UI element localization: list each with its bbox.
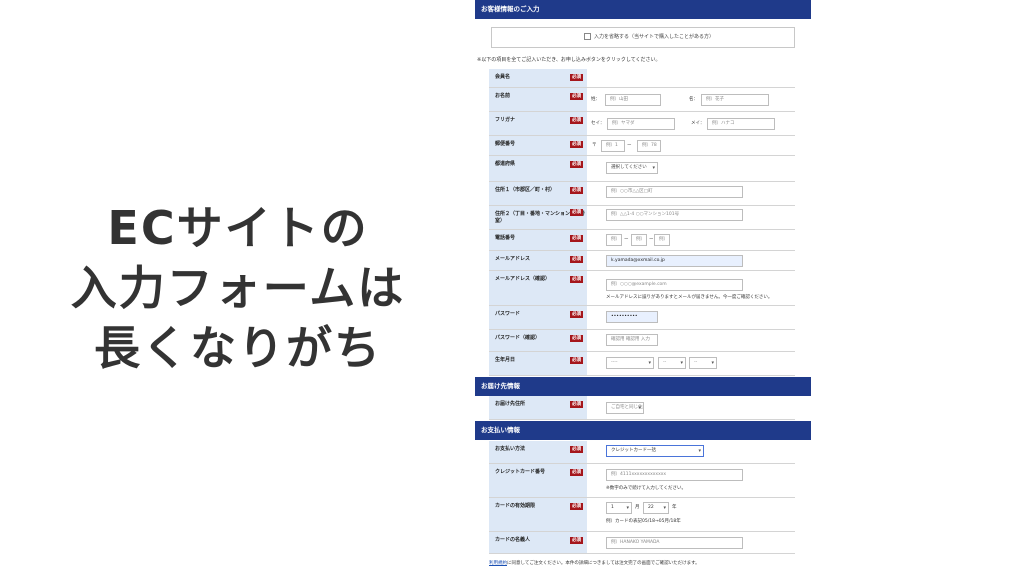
required-badge: 必須 — [570, 187, 583, 194]
required-badge: 必須 — [570, 357, 583, 364]
terms-text: に同意してご注文ください。本件の詳細につきましては注文完了の画面でご確認いただけ… — [507, 561, 700, 566]
phone-1-input[interactable]: 例） — [606, 234, 622, 246]
headline-line-3: 長くなりがち — [94, 321, 382, 375]
reuse-checkbox[interactable] — [584, 33, 591, 40]
required-badge: 必須 — [570, 209, 583, 216]
row-name: お名前 必須 姓： 例）山田 名： 例）花子 — [489, 88, 795, 112]
sei-kana-label: セイ： — [591, 121, 605, 126]
row-delivery-address: お届け先住所 必須 ご自宅と同じ住所 — [489, 396, 795, 420]
sei-label: 姓： — [591, 97, 600, 102]
row-card-expiry: カードの有効期限 必須 1 月 22 年 例）カードの表記05/18→05月/1… — [489, 498, 795, 532]
required-badge: 必須 — [570, 446, 583, 453]
email-input[interactable]: k.yamada@xxmail.co.jp — [606, 255, 743, 267]
row-email: メールアドレス 必須 k.yamada@xxmail.co.jp — [489, 251, 795, 271]
row-prefecture: 都道府県 必須 選択してください — [489, 156, 795, 182]
form-screenshot: お客様情報のご入力 入力を省略する（当サイトで購入したことがある方） ※以下の項… — [475, 0, 811, 576]
month-unit: 月 — [635, 505, 640, 510]
required-badge: 必須 — [570, 335, 583, 342]
password-input[interactable]: •••••••••• — [606, 311, 658, 323]
address-2-input[interactable]: 例）△△1-4 ○○マンション101号 — [606, 209, 743, 221]
reuse-option-label: 入力を省略する（当サイトで購入したことがある方） — [594, 34, 715, 40]
postal-mark: 〒 — [592, 143, 597, 148]
birth-year-select[interactable]: ---- — [606, 357, 654, 369]
phone-3-input[interactable]: 例） — [654, 234, 670, 246]
phone-dash-2: ー — [649, 237, 654, 242]
required-badge: 必須 — [570, 401, 583, 408]
row-phone: 電話番号 必須 例） ー 例） ー 例） — [489, 230, 795, 251]
first-name-kana-input[interactable]: 例）ハナコ — [707, 118, 775, 130]
row-birthdate: 生年月日 必須 ---- -- -- — [489, 352, 795, 376]
payment-method-select[interactable]: クレジットカード一括 — [606, 445, 704, 457]
required-badge: 必須 — [570, 74, 583, 81]
customer-info-header: お客様情報のご入力 — [475, 0, 811, 19]
year-unit: 年 — [672, 505, 677, 510]
delivery-info-header: お届け先情報 — [475, 377, 811, 396]
intro-note: ※以下の項目を全てご記入いただき、お申し込みボタンをクリックしてください。 — [477, 57, 661, 63]
expiry-year-select[interactable]: 22 — [643, 502, 669, 514]
phone-dash-1: ー — [624, 237, 629, 242]
required-badge: 必須 — [570, 235, 583, 242]
mei-label: 名： — [689, 97, 698, 102]
postal-code-1-input[interactable]: 例）1 — [601, 140, 625, 152]
password-confirm-input[interactable]: 確認用 確認用 入力 — [606, 334, 658, 346]
last-name-input[interactable]: 例）山田 — [605, 94, 661, 106]
postal-dash: ー — [627, 143, 632, 148]
row-card-holder: カードの名義人 必須 例）HANAKO YAMADA — [489, 532, 795, 554]
prefecture-select[interactable]: 選択してください — [606, 162, 658, 174]
required-badge: 必須 — [570, 256, 583, 263]
required-badge: 必須 — [570, 503, 583, 510]
email-warning-note: メールアドレスに誤りがありますとメールが届きません。今一度ご確認ください。 — [606, 295, 773, 300]
required-badge: 必須 — [570, 161, 583, 168]
card-holder-input[interactable]: 例）HANAKO YAMADA — [606, 537, 743, 549]
delivery-address-select[interactable]: ご自宅と同じ住所 — [606, 402, 644, 414]
row-postal: 郵便番号 必須 〒 例）1 ー 例）78 — [489, 136, 795, 156]
row-address-2: 住所２（丁目・番地・マンション名・号室） 必須 例）△△1-4 ○○マンション1… — [489, 206, 795, 230]
required-badge: 必須 — [570, 537, 583, 544]
required-badge: 必須 — [570, 469, 583, 476]
required-badge: 必須 — [570, 276, 583, 283]
row-email-confirm: メールアドレス（確認） 必須 例）○○○@example.com メールアドレス… — [489, 271, 795, 306]
phone-2-input[interactable]: 例） — [631, 234, 647, 246]
terms-note: 利用規約に同意してご注文ください。本件の詳細につきましては注文完了の画面でご確認… — [489, 560, 700, 566]
card-number-note: ※数字のみで続けて入力してください。 — [606, 486, 686, 491]
first-name-input[interactable]: 例）花子 — [701, 94, 769, 106]
required-badge: 必須 — [570, 117, 583, 124]
terms-link[interactable]: 利用規約 — [489, 561, 507, 566]
last-name-kana-input[interactable]: 例）ヤマダ — [607, 118, 675, 130]
headline-line-2: 入力フォームは — [70, 261, 406, 315]
row-address-1: 住所１（市郡区／町・村） 必須 例）○○市△△区□町 — [489, 182, 795, 206]
row-furigana: フリガナ 必須 セイ： 例）ヤマダ メイ： 例）ハナコ — [489, 112, 795, 136]
payment-info-header: お支払い情報 — [475, 421, 811, 440]
mei-kana-label: メイ： — [691, 121, 705, 126]
expiry-month-select[interactable]: 1 — [606, 502, 632, 514]
required-badge: 必須 — [570, 311, 583, 318]
row-member-name: 会員名 必須 — [489, 69, 795, 88]
birth-month-select[interactable]: -- — [658, 357, 686, 369]
row-password: パスワード 必須 •••••••••• — [489, 306, 795, 330]
headline-line-1: ECサイトの — [107, 201, 369, 255]
headline: ECサイトの 入力フォームは 長くなりがち — [58, 198, 418, 378]
row-label: 都道府県 — [489, 156, 587, 181]
row-password-confirm: パスワード（確認） 必須 確認用 確認用 入力 — [489, 330, 795, 352]
email-confirm-input[interactable]: 例）○○○@example.com — [606, 279, 743, 291]
postal-code-2-input[interactable]: 例）78 — [637, 140, 661, 152]
required-badge: 必須 — [570, 141, 583, 148]
address-1-input[interactable]: 例）○○市△△区□町 — [606, 186, 743, 198]
card-number-input[interactable]: 例）4111xxxxxxxxxxxxx — [606, 469, 743, 481]
birth-day-select[interactable]: -- — [689, 357, 717, 369]
required-badge: 必須 — [570, 93, 583, 100]
expiry-note: 例）カードの表記05/18→05月/18年 — [606, 519, 681, 524]
reuse-option-box[interactable]: 入力を省略する（当サイトで購入したことがある方） — [491, 27, 795, 48]
row-card-number: クレジットカード番号 必須 例）4111xxxxxxxxxxxxx ※数字のみで… — [489, 464, 795, 498]
row-payment-method: お支払い方法 必須 クレジットカード一括 — [489, 441, 795, 464]
